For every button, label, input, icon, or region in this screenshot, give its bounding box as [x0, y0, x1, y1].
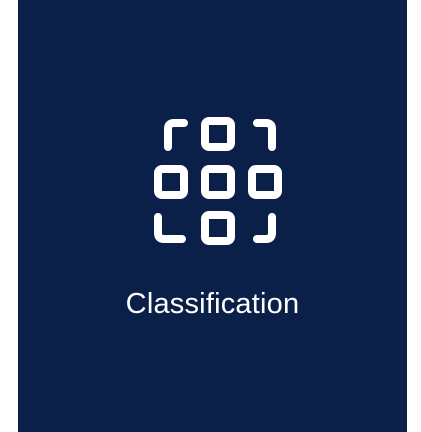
corner-bracket-bottom-right	[253, 213, 276, 243]
corner-bracket-top-left	[164, 119, 188, 151]
grid-cell-middle-right	[248, 165, 282, 199]
grid-cell-middle-left	[154, 165, 188, 199]
grid-cell-bottom-center	[201, 211, 235, 245]
classification-tile[interactable]: Classification	[18, 0, 407, 432]
grid-cell-top-center	[201, 117, 235, 151]
tile-label: Classification	[125, 288, 300, 320]
corner-bracket-bottom-left	[154, 213, 186, 243]
corner-bracket-top-right	[253, 119, 276, 151]
grid-cell-middle-center	[201, 165, 235, 199]
classification-grid-icon	[154, 117, 282, 245]
